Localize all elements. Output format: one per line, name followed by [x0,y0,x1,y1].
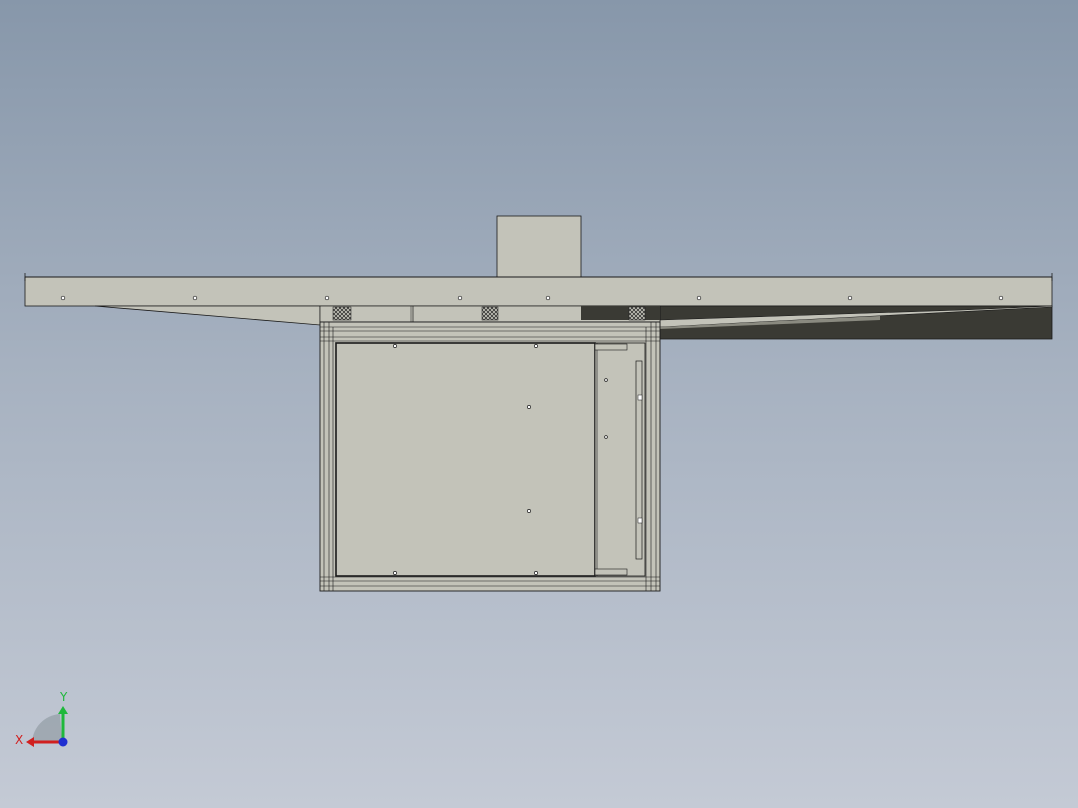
coordinate-triad-icon: Y X [15,690,68,747]
horizontal-beam-part[interactable] [24,273,1053,307]
y-axis-label: Y [59,690,68,704]
clamp-left[interactable] [332,306,352,321]
inner-panel-part[interactable] [335,342,646,577]
model-view[interactable] [0,0,1078,808]
clamp-right[interactable] [628,306,646,321]
graphics-viewport[interactable]: Y X [0,0,1078,808]
x-axis-label: X [15,733,23,747]
left-taper-part[interactable] [94,305,321,326]
clamp-middle[interactable] [481,306,499,321]
